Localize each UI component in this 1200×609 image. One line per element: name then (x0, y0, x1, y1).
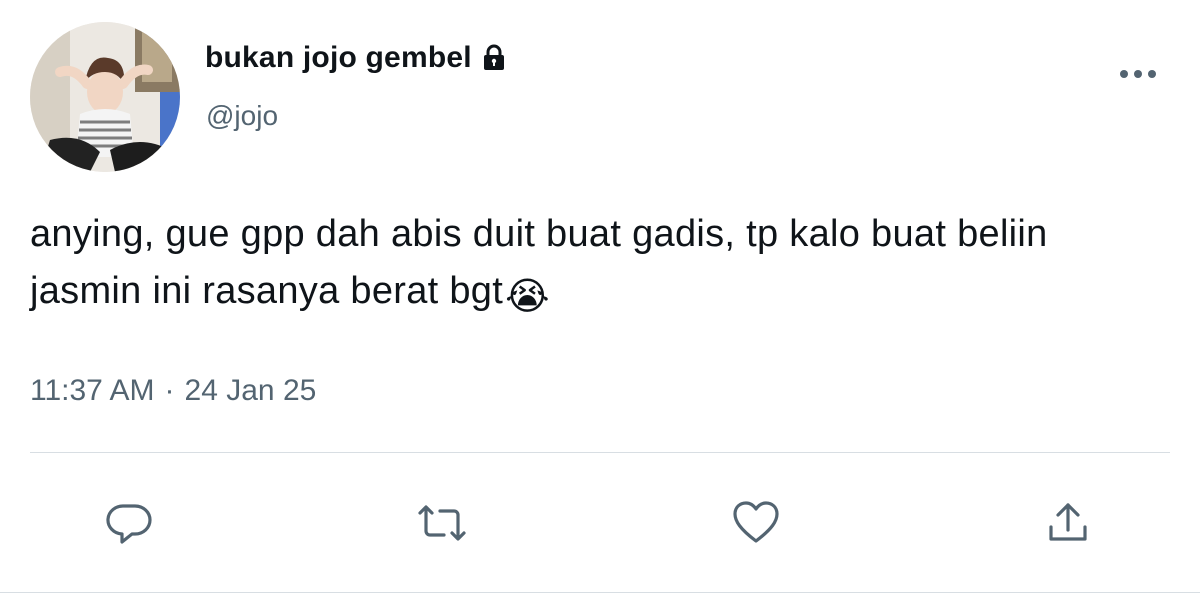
avatar-image (30, 22, 180, 172)
share-icon (1049, 503, 1087, 541)
reply-icon (106, 504, 152, 544)
action-bar (0, 488, 1200, 558)
timestamp-separator: · (164, 374, 175, 407)
tweet-card: bukan jojo gembel @jojo anying, gue gpp … (0, 0, 1200, 609)
loudly-crying-face-emoji: 😭 (505, 276, 550, 318)
tweet-date: 24 Jan 25 (184, 374, 317, 407)
lock-icon (480, 44, 508, 72)
tweet-text: anying, gue gpp dah abis duit buat gadis… (30, 206, 1160, 326)
retweet-button[interactable] (407, 488, 477, 558)
share-button[interactable] (1033, 488, 1103, 558)
more-horizontal-icon[interactable] (1115, 62, 1161, 86)
avatar[interactable] (30, 22, 180, 172)
retweet-icon (418, 505, 466, 541)
tweet-time: 11:37 AM (30, 374, 155, 407)
reply-button[interactable] (95, 488, 165, 558)
heart-icon (733, 501, 779, 543)
like-button[interactable] (721, 488, 791, 558)
user-name-row: bukan jojo gembel (205, 38, 508, 78)
tweet-timestamp[interactable]: 11:37 AM · 24 Jan 25 (30, 374, 316, 408)
bottom-divider (0, 592, 1200, 593)
divider (30, 452, 1170, 453)
display-name[interactable]: bukan jojo gembel (205, 41, 472, 75)
user-handle[interactable]: @jojo (206, 100, 278, 132)
